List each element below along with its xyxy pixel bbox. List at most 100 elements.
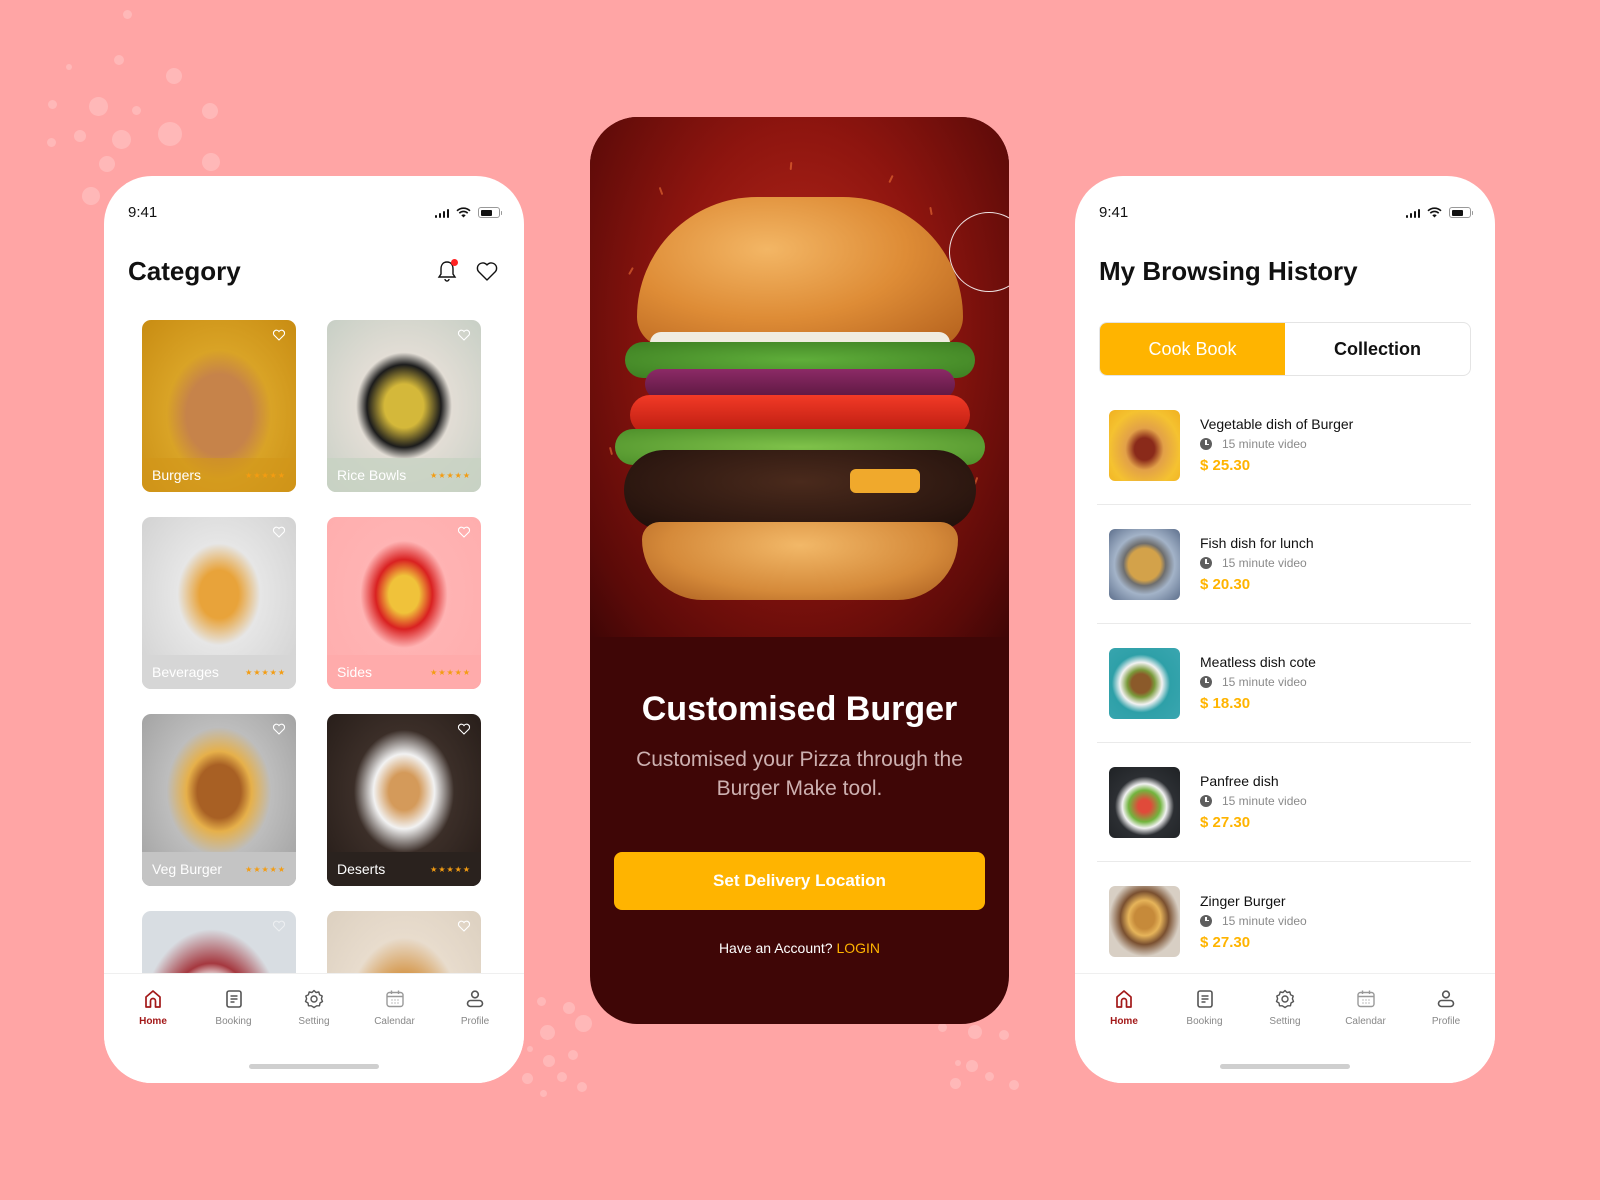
profile-icon [466, 990, 484, 1008]
category-label: Rice Bowls [337, 467, 407, 483]
item-duration: 15 minute video [1222, 675, 1307, 689]
heart-icon[interactable] [457, 525, 471, 539]
category-grid: Burgers ★★★★★ Rice Bowls ★★★★★ Beverages ★★… [142, 320, 481, 1083]
status-bar: 9:41 [128, 204, 502, 221]
notifications-button[interactable] [434, 258, 460, 284]
home-icon [1116, 990, 1132, 1008]
rating-stars: ★★★★★ [245, 667, 286, 677]
page-title: My Browsing History [1099, 256, 1358, 286]
nav-label: Profile [460, 1016, 490, 1027]
clock-icon [1200, 795, 1212, 807]
hero-image [590, 117, 1009, 637]
category-label: Beverages [152, 664, 219, 680]
item-thumbnail [1109, 528, 1180, 600]
home-indicator [1220, 1064, 1350, 1069]
item-title: Zinger Burger [1200, 892, 1286, 909]
item-price: $ 25.30 [1200, 457, 1251, 474]
burger-patty [623, 450, 976, 530]
wifi-icon [1427, 207, 1442, 218]
item-duration: 15 minute video [1222, 437, 1307, 451]
tab-cook-book[interactable]: Cook Book [1100, 323, 1285, 375]
onboarding-screen: Customised Burger Customised your Pizza … [590, 117, 1009, 1024]
nav-profile[interactable]: Profile [440, 988, 510, 1027]
heart-icon[interactable] [457, 722, 471, 736]
heart-icon[interactable] [457, 328, 471, 342]
heart-icon[interactable] [272, 919, 286, 933]
nav-home[interactable]: Home [118, 988, 188, 1027]
clock-icon [1200, 557, 1212, 569]
decorative-circle [949, 212, 1009, 292]
nav-profile[interactable]: Profile [1411, 988, 1481, 1027]
heart-icon[interactable] [457, 919, 471, 933]
nav-label: Booking [1186, 1016, 1223, 1027]
history-list: Vegetable dish of Burger 15 minute video… [1097, 386, 1471, 981]
category-card-veg-burger[interactable]: Veg Burger ★★★★★ [142, 714, 296, 886]
list-item[interactable]: Vegetable dish of Burger 15 minute video… [1097, 386, 1471, 505]
bottom-nav: Home Booking Setting Calendar Profile [104, 973, 524, 1083]
nav-calendar[interactable]: Calendar [360, 988, 430, 1027]
nav-label: Calendar [374, 1016, 415, 1027]
category-card-beverages[interactable]: Beverages ★★★★★ [142, 517, 296, 689]
rating-stars: ★★★★★ [245, 864, 286, 874]
notification-badge [451, 259, 458, 266]
burger-bun-bottom [641, 522, 958, 600]
item-title: Panfree dish [1200, 773, 1279, 789]
clock-icon [1200, 914, 1212, 927]
nav-booking[interactable]: Booking [1170, 988, 1240, 1027]
nav-calendar[interactable]: Calendar [1331, 988, 1401, 1027]
status-time: 9:41 [1099, 204, 1129, 221]
category-card-burgers[interactable]: Burgers ★★★★★ [142, 320, 296, 492]
list-item[interactable]: Zinger Burger 15 minute video $ 27.30 [1097, 862, 1471, 981]
segmented-tabs: Cook Book Collection [1099, 322, 1471, 376]
heart-icon[interactable] [272, 525, 286, 539]
gear-icon [1275, 989, 1295, 1009]
clock-icon [1200, 438, 1212, 450]
rating-stars: ★★★★★ [430, 470, 471, 480]
item-duration: 15 minute video [1222, 556, 1307, 570]
home-icon [145, 990, 161, 1008]
item-title: Fish dish for lunch [1200, 535, 1314, 551]
category-screen: 9:41 Category Burgers ★★★★★ Rice Bowls ★★★… [104, 176, 524, 1083]
browsing-history-screen: 9:41 My Browsing History Cook Book Colle… [1075, 176, 1495, 1083]
gear-icon [304, 989, 324, 1009]
signal-icon [1405, 208, 1420, 218]
login-link[interactable]: LOGIN [836, 940, 880, 956]
category-label: Veg Burger [152, 861, 223, 877]
profile-icon [1437, 990, 1455, 1008]
list-item[interactable]: Fish dish for lunch 15 minute video $ 20… [1097, 505, 1471, 624]
nav-label: Home [1110, 1016, 1138, 1027]
item-duration: 15 minute video [1222, 794, 1307, 808]
set-delivery-location-button[interactable]: Set Delivery Location [614, 852, 985, 910]
clock-icon [1200, 676, 1212, 688]
rating-stars: ★★★★★ [430, 667, 471, 677]
item-title: Meatless dish cote [1200, 654, 1316, 670]
category-card-deserts[interactable]: Deserts ★★★★★ [327, 714, 481, 886]
nav-setting[interactable]: Setting [279, 988, 349, 1027]
category-card-sides[interactable]: Sides ★★★★★ [327, 517, 481, 689]
nav-home[interactable]: Home [1089, 988, 1159, 1027]
nav-label: Booking [215, 1016, 252, 1027]
item-thumbnail [1109, 647, 1180, 719]
tab-collection[interactable]: Collection [1285, 323, 1470, 375]
item-price: $ 27.30 [1200, 933, 1251, 951]
promo-subtitle: Customised your Pizza through the Burger… [636, 748, 963, 800]
list-item[interactable]: Panfree dish 15 minute video $ 27.30 [1097, 743, 1471, 862]
category-label: Deserts [337, 861, 386, 877]
category-card-rice-bowls[interactable]: Rice Bowls ★★★★★ [327, 320, 481, 492]
item-duration: 15 minute video [1222, 913, 1307, 928]
nav-booking[interactable]: Booking [199, 988, 269, 1027]
nav-label: Setting [298, 1016, 330, 1027]
item-thumbnail [1109, 409, 1180, 481]
booking-icon [1196, 990, 1213, 1008]
heart-icon[interactable] [272, 328, 286, 342]
heart-icon[interactable] [272, 722, 286, 736]
item-price: $ 27.30 [1200, 814, 1251, 831]
item-title: Vegetable dish of Burger [1200, 416, 1354, 432]
booking-icon [225, 990, 242, 1008]
favorites-button[interactable] [474, 258, 500, 284]
list-item[interactable]: Meatless dish cote 15 minute video $ 18.… [1097, 624, 1471, 743]
nav-label: Calendar [1345, 1016, 1386, 1027]
burger-cheese [849, 469, 920, 493]
nav-setting[interactable]: Setting [1250, 988, 1320, 1027]
item-price: $ 18.30 [1200, 695, 1251, 712]
